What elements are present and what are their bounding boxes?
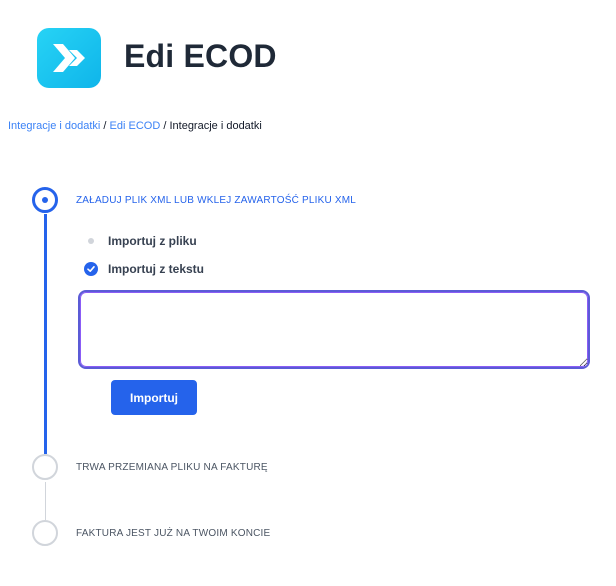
step-label-upload: ZAŁADUJ PLIK XML LUB WKLEJ ZAWARTOŚĆ PLI… xyxy=(76,195,357,206)
check-icon[interactable] xyxy=(84,262,98,276)
breadcrumb-separator: / xyxy=(163,120,167,132)
option-import-from-file[interactable]: Importuj z pliku xyxy=(84,234,197,248)
step-indicator-pending xyxy=(32,520,58,546)
breadcrumb-separator: / xyxy=(103,120,107,132)
option-label: Importuj z pliku xyxy=(108,234,197,248)
breadcrumb-link-edi-ecod[interactable]: Edi ECOD xyxy=(110,120,161,132)
timeline-progress-line xyxy=(44,214,47,454)
app-title: Edi ECOD xyxy=(124,38,277,74)
import-button[interactable]: Importuj xyxy=(111,380,197,415)
option-import-from-text[interactable]: Importuj z tekstu xyxy=(84,262,204,276)
breadcrumb: Integracje i dodatki / Edi ECOD / Integr… xyxy=(8,119,262,133)
step-label-converting: TRWA PRZEMIANA PLIKU NA FAKTURĘ xyxy=(76,462,268,473)
step-label-done: FAKTURA JEST JUŻ NA TWOIM KONCIE xyxy=(76,528,271,539)
xml-text-input[interactable] xyxy=(80,292,588,367)
logo-mark xyxy=(53,44,85,72)
radio-unchecked-icon[interactable] xyxy=(88,238,94,244)
breadcrumb-current: Integracje i dodatki xyxy=(169,120,262,132)
check-mark xyxy=(87,266,95,272)
xml-text-area-container xyxy=(78,290,590,369)
timeline-line xyxy=(45,482,46,520)
ecod-logo-icon xyxy=(37,28,101,88)
option-label: Importuj z tekstu xyxy=(108,262,205,276)
breadcrumb-link-integrations[interactable]: Integracje i dodatki xyxy=(8,120,100,132)
step-indicator-active xyxy=(32,187,58,213)
step-indicator-pending xyxy=(32,454,58,480)
